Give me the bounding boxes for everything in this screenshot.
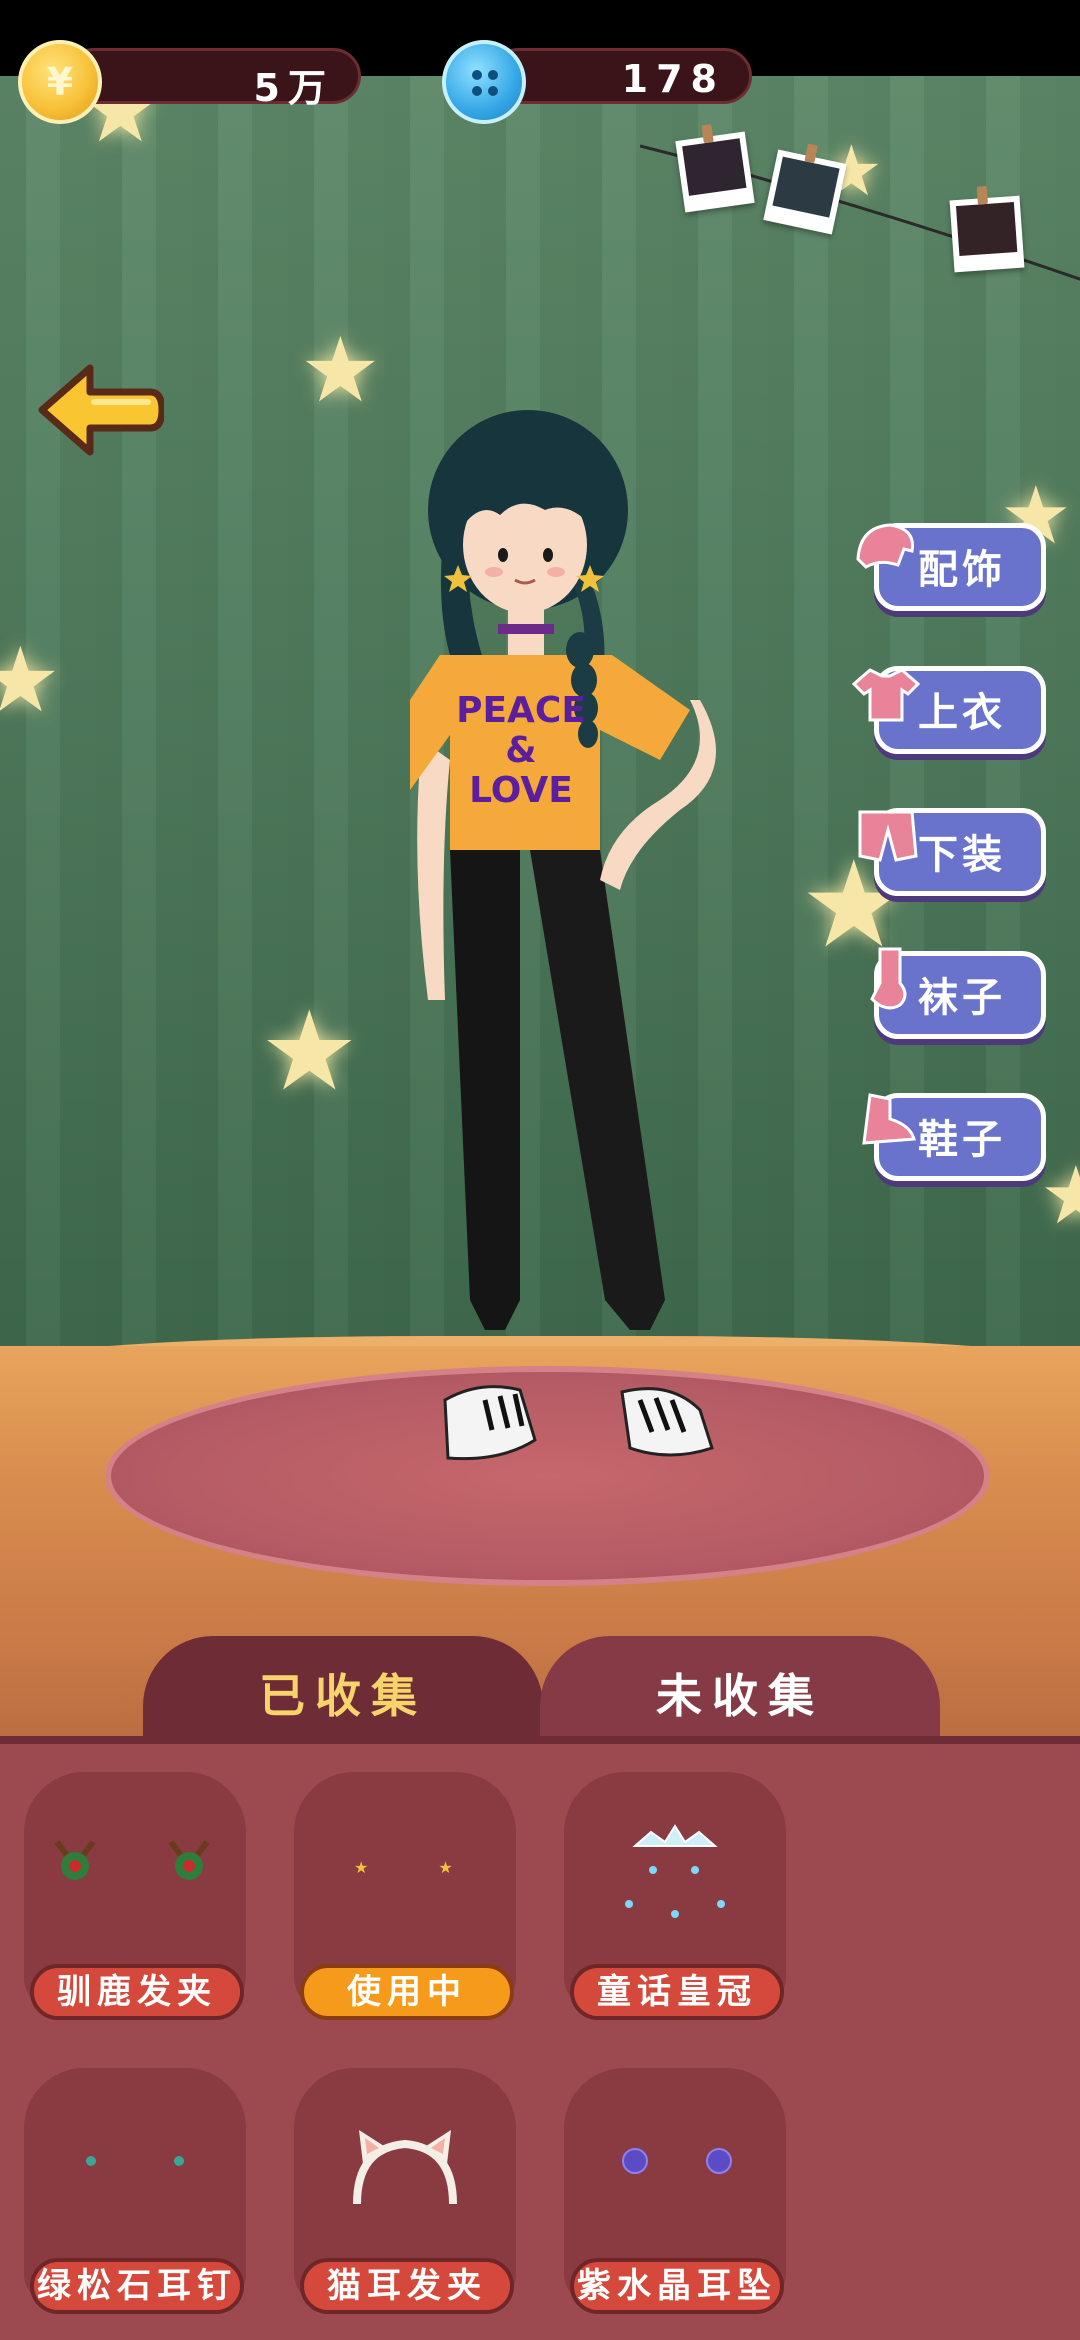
shirt-text-peace: PEACE [456,690,586,731]
amethyst-drops-button[interactable]: 紫水晶耳坠 [570,2258,784,2314]
in-use-button[interactable]: 使用中 [300,1964,514,2020]
pants-icon [858,810,918,862]
category-socks-button[interactable]: 袜子 [850,943,1050,1043]
fairy-crown-button[interactable]: 童话皇冠 [570,1964,784,2020]
tab-uncollected[interactable]: 未收集 [540,1636,940,1746]
turquoise-studs-icon [86,2156,186,2170]
category-accessories-button[interactable]: 配饰 [850,515,1050,615]
amethyst-drops-icon [622,2148,732,2178]
crown-icon [625,1824,725,1918]
hat-icon [856,523,915,569]
shirt-text-love: LOVE [469,770,573,811]
category-bottoms-button[interactable]: 下装 [850,800,1050,900]
reindeer-clip-icon [54,1840,210,1880]
shirt-icon [851,668,921,722]
tab-uncollected-label: 未收集 [656,1669,824,1723]
category-label: 鞋子 [918,1117,1006,1163]
category-label: 下装 [918,832,1006,878]
reindeer-clip-button[interactable]: 驯鹿发夹 [30,1964,244,2020]
category-label: 上衣 [918,690,1006,736]
tab-collected[interactable]: 已收集 [143,1636,543,1746]
category-shoes-button[interactable]: 鞋子 [850,1085,1050,1185]
turquoise-studs-button[interactable]: 绿松石耳钉 [30,2258,244,2314]
shoe-icon [862,1093,916,1145]
tab-collected-label: 已收集 [259,1669,427,1723]
cat-ear-headband-icon [353,2130,457,2205]
shirt-text-and: & [505,730,536,771]
category-tops-button[interactable]: 上衣 [850,658,1050,758]
sock-icon [870,947,907,1010]
category-label: 袜子 [918,975,1006,1021]
cat-ear-clip-button[interactable]: 猫耳发夹 [300,2258,514,2314]
star-earrings-icon: ★★ [354,1858,523,1877]
category-label: 配饰 [918,547,1006,593]
